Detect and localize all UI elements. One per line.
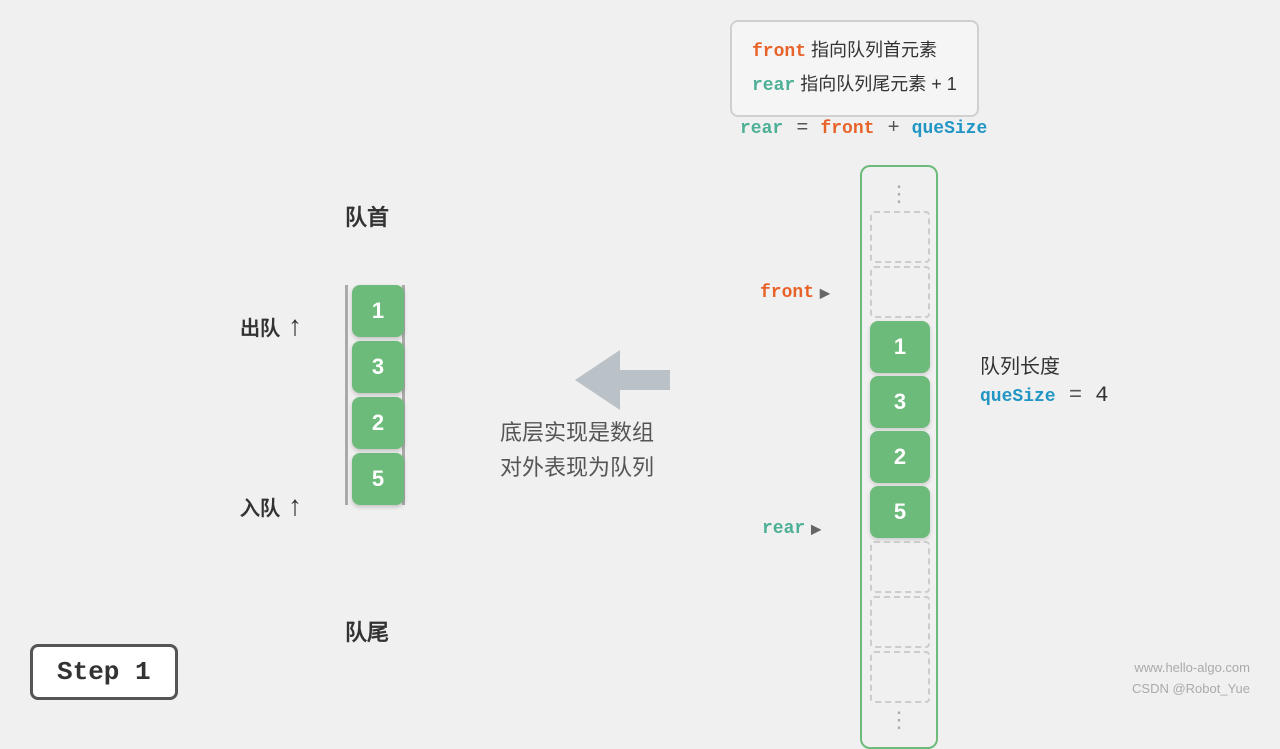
- legend-box: front 指向队列首元素 rear 指向队列尾元素 + 1: [730, 20, 979, 117]
- watermark-line2: CSDN @Robot_Yue: [1132, 679, 1250, 700]
- quesize-eq-sign: =: [1069, 383, 1095, 408]
- legend-rear-desc: 指向队列尾元素 + 1: [800, 74, 957, 94]
- front-keyword: front: [760, 283, 814, 303]
- legend-front-desc: 指向队列首元素: [811, 40, 937, 60]
- description-line2: 对外表现为队列: [500, 450, 654, 485]
- array-cell-2: 2: [870, 431, 930, 483]
- quesize-expr: queSize = 4: [980, 383, 1108, 408]
- left-cell-2: 3: [352, 341, 404, 393]
- formula-rear: rear: [740, 119, 783, 139]
- front-pointer-arrow-icon: ▶: [820, 283, 830, 303]
- formula-line: rear = front + queSize: [740, 115, 987, 140]
- left-cell-4: 5: [352, 453, 404, 505]
- description-line1: 底层实现是数组: [500, 415, 654, 450]
- watermark-line1: www.hello-algo.com: [1132, 658, 1250, 679]
- formula-front: front: [820, 119, 874, 139]
- formula-quesize: queSize: [912, 119, 988, 139]
- dequeue-arrow-icon: ↑: [288, 310, 302, 342]
- left-queue-cells: 1 3 2 5: [345, 285, 405, 505]
- rear-pointer-label: rear ▶: [762, 519, 821, 539]
- array-cell-e1: [870, 211, 930, 263]
- legend-front-keyword: front: [752, 42, 806, 62]
- dequeue-text: 出队: [240, 312, 280, 341]
- quesize-keyword: queSize: [980, 387, 1056, 407]
- description-text: 底层实现是数组 对外表现为队列: [500, 415, 654, 485]
- quesize-title: 队列长度: [980, 350, 1108, 379]
- enqueue-arrow-icon: ↑: [288, 490, 302, 522]
- formula-eq: =: [796, 117, 820, 140]
- legend-rear-keyword: rear: [752, 76, 795, 96]
- array-cell-5: 5: [870, 486, 930, 538]
- left-cell-1: 1: [352, 285, 404, 337]
- right-array-wrapper: ⋮ 1 3 2 5 ⋮: [860, 165, 938, 749]
- array-cell-e3: [870, 541, 930, 593]
- quesize-label: 队列长度 queSize = 4: [980, 350, 1108, 408]
- array-cell-e4: [870, 596, 930, 648]
- step-badge: Step 1: [30, 644, 178, 700]
- quesize-value: 4: [1095, 383, 1108, 408]
- formula-plus: +: [888, 117, 912, 140]
- queue-label-top: 队首: [345, 200, 389, 232]
- enqueue-label: 入队 ↑: [240, 490, 302, 522]
- rear-pointer-arrow-icon: ▶: [811, 519, 821, 539]
- front-pointer-label: front ▶: [760, 283, 830, 303]
- dots-top: ⋮: [870, 181, 928, 207]
- dots-bottom: ⋮: [870, 707, 928, 733]
- rear-keyword: rear: [762, 519, 805, 539]
- left-cell-3: 2: [352, 397, 404, 449]
- watermark: www.hello-algo.com CSDN @Robot_Yue: [1132, 658, 1250, 700]
- enqueue-text: 入队: [240, 492, 280, 521]
- array-cell-e5: [870, 651, 930, 703]
- array-cell-e2: [870, 266, 930, 318]
- big-left-arrow-icon: [570, 340, 680, 425]
- dequeue-label: 出队 ↑: [240, 310, 302, 342]
- array-cell-1: 1: [870, 321, 930, 373]
- queue-label-bottom: 队尾: [345, 615, 389, 647]
- array-cell-3: 3: [870, 376, 930, 428]
